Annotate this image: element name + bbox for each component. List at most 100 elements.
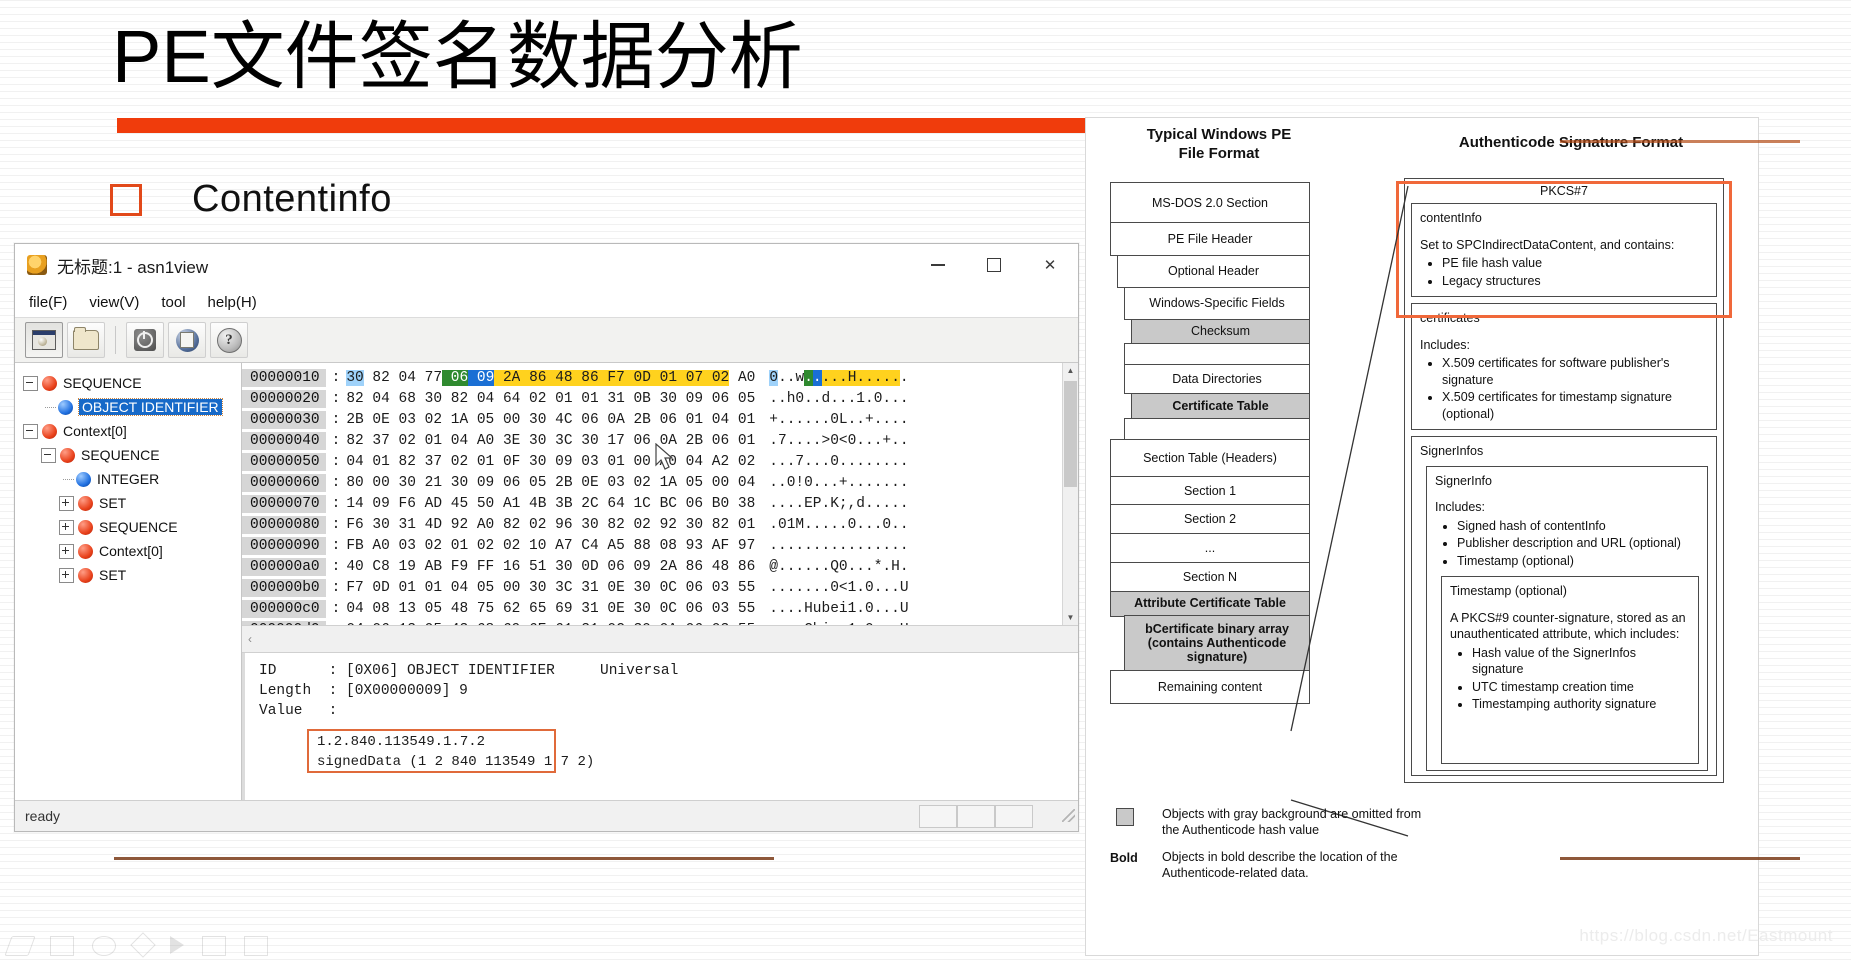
close-button[interactable]: ✕ [1022,244,1078,286]
hex-colon: : [331,474,341,491]
tree-item-sequence[interactable]: SEQUENCE [19,371,241,395]
pe-box-data-directories: Data Directories [1124,363,1310,394]
hex-row[interactable]: 00000050:04 01 82 37 02 01 0F 30 09 03 0… [242,451,1062,472]
hex-offset: 00000060 [242,473,326,492]
asn1view-window[interactable]: 无标题:1 - asn1view ✕ file(F) view(V) tool … [14,243,1079,832]
scroll-left-arrow[interactable]: ‹ [248,632,252,646]
toolbar[interactable]: ? [15,317,1078,363]
list-item: Timestamping authority signature [1472,696,1690,713]
hex-row[interactable]: 000000a0:40 C8 19 AB F9 FF 16 51 30 0D 0… [242,556,1062,577]
scroll-thumb[interactable] [1064,381,1077,487]
menubar[interactable]: file(F) view(V) tool help(H) [15,287,1078,317]
pen-icon[interactable] [4,936,36,956]
pointer-icon[interactable] [170,936,184,954]
hex-byte: 86 [520,369,547,386]
toolbar-separator [115,326,116,354]
power-button[interactable] [126,322,164,358]
menu-help[interactable]: help(H) [208,294,257,311]
tree-item-set[interactable]: SET [19,563,241,587]
eraser-icon[interactable] [130,932,156,958]
timestamp-box: Timestamp (optional) A PKCS#9 counter-si… [1441,576,1699,764]
new-window-button[interactable] [25,322,63,358]
tree-item-context-0-[interactable]: Context[0] [19,539,241,563]
pe-box-label: Remaining content [1157,679,1263,694]
hex-row[interactable]: 00000030:2B 0E 03 02 1A 05 00 30 4C 06 0… [242,409,1062,430]
value-name: signedData (1 2 840 113549 1 7 2) [317,754,595,770]
menu-tool[interactable]: tool [161,294,185,311]
tree-item-sequence[interactable]: SEQUENCE [19,515,241,539]
pe-box-bcertificate-binary-array-contains: bCertificate binary array (contains Auth… [1124,615,1310,672]
statusbar: ready [15,800,1078,831]
hex-row[interactable]: 00000090: FB A0 03 02 01 02 02 10 A7 C4 A… [242,535,1062,556]
scroll-up-arrow[interactable]: ▲ [1063,363,1078,378]
present-icon[interactable] [202,936,226,956]
hex-dump-area[interactable]: 00000010:30 82 04 77 06 09 2A 86 48 86 F… [242,363,1078,626]
hex-row[interactable]: 000000b0: F7 0D 01 01 04 05 00 30 3C 31 0… [242,577,1062,598]
asn1-tree[interactable]: SEQUENCE OBJECT IDENTIFIER Context[0] SEQUE… [15,363,242,800]
open-folder-button[interactable] [67,322,105,358]
pe-box-section-table-headers-: Section Table (Headers) [1110,439,1310,478]
node-constructed-icon [78,495,93,511]
hex-row[interactable]: 00000060:80 00 30 21 30 09 06 05 2B 0E 0… [242,472,1062,493]
hex-dump-list[interactable]: 00000010:30 82 04 77 06 09 2A 86 48 86 F… [242,363,1062,625]
screen-icon[interactable] [244,936,268,956]
pe-box-certificate-table: Certificate Table [1131,392,1310,420]
grid-icon[interactable] [50,936,74,956]
tree-item-context-0-[interactable]: Context[0] [19,419,241,443]
expand-icon[interactable] [59,519,74,535]
hex-row[interactable]: 000000c0:04 08 13 05 48 75 62 65 69 31 0… [242,598,1062,619]
detail-pane: ID : [0X06] OBJECT IDENTIFIER Length : [… [242,653,1078,800]
menu-file[interactable]: file(F) [29,294,67,311]
hex-row[interactable]: 00000070:14 09 F6 AD 45 50 A1 4B 3B 2C 6… [242,493,1062,514]
hex-row[interactable]: 00000020:82 04 68 30 82 04 64 02 01 01 3… [242,388,1062,409]
disc-save-button[interactable] [168,322,206,358]
legend-bold-key: Bold [1110,850,1138,865]
minimize-button[interactable] [910,244,966,286]
pe-format-stack: MS-DOS 2.0 Section PE File Header Optional… [1110,181,1310,704]
window-titlebar[interactable]: 无标题:1 - asn1view ✕ [15,244,1078,287]
node-constructed-icon [60,447,75,463]
collapse-icon[interactable] [23,423,38,439]
hex-row[interactable]: 00000080: F6 30 31 4D 92 A0 82 02 96 30 8… [242,514,1062,535]
collapse-icon[interactable] [23,375,38,391]
hex-horizontal-scrollbar[interactable]: ‹ [242,626,1078,653]
hex-offset: 00000090 [242,536,326,555]
window-body: SEQUENCE OBJECT IDENTIFIER Context[0] SEQUE… [15,363,1078,800]
help-button[interactable]: ? [210,322,248,358]
tree-item-integer[interactable]: INTEGER [19,467,241,491]
open-folder-icon [73,327,99,350]
tree-item-label: INTEGER [97,471,160,487]
resize-grip[interactable] [1062,809,1075,822]
minimize-icon [931,264,945,266]
hex-row[interactable]: 000000d0:04 06 13 05 43 68 69 6E 61 31 0… [242,619,1062,625]
detail-id-value: : [0X06] OBJECT IDENTIFIER [328,663,555,679]
hex-offset: 00000020 [242,389,326,408]
legend-bold-text: Objects in bold describe the location of… [1162,849,1398,880]
pe-box-ms-dos-2-0-section: MS-DOS 2.0 Section [1110,181,1310,224]
pe-box-attribute-certificate-table: Attribute Certificate Table [1110,590,1310,617]
scroll-down-arrow[interactable]: ▼ [1063,610,1078,625]
hex-bytes: 04 06 13 05 43 68 69 6E 61 31 0C 30 0A 0… [346,622,755,626]
signerinfo-body: Includes: [1435,500,1486,514]
tree-item-set[interactable]: SET [19,491,241,515]
hex-row[interactable]: 00000040:82 37 02 01 04 A0 3E 30 3C 30 1… [242,430,1062,451]
slideshow-toolbar[interactable] [4,932,268,958]
tree-item-object-identifier[interactable]: OBJECT IDENTIFIER [19,395,241,419]
node-constructed-icon [78,519,93,535]
hex-row[interactable]: 00000010:30 82 04 77 06 09 2A 86 48 86 F… [242,367,1062,388]
expand-icon[interactable] [59,567,74,583]
oval-icon[interactable] [92,936,116,956]
collapse-icon[interactable] [41,447,56,463]
timestamp-body: A PKCS#9 counter-signature, stored as an… [1450,610,1686,642]
menu-view[interactable]: view(V) [89,294,139,311]
figure-legend: Objects with gray background are omitted… [1110,806,1440,891]
expand-icon[interactable] [59,495,74,511]
expand-icon[interactable] [59,543,74,559]
window-controls[interactable]: ✕ [910,244,1078,286]
maximize-button[interactable] [966,244,1022,286]
list-item: X.509 certificates for timestamp signatu… [1442,389,1708,422]
mouse-cursor-icon [655,443,674,470]
hex-ascii: ....China1.0...U [769,622,908,626]
certificates-heading: certificates [1420,311,1480,325]
tree-item-sequence[interactable]: SEQUENCE [19,443,241,467]
